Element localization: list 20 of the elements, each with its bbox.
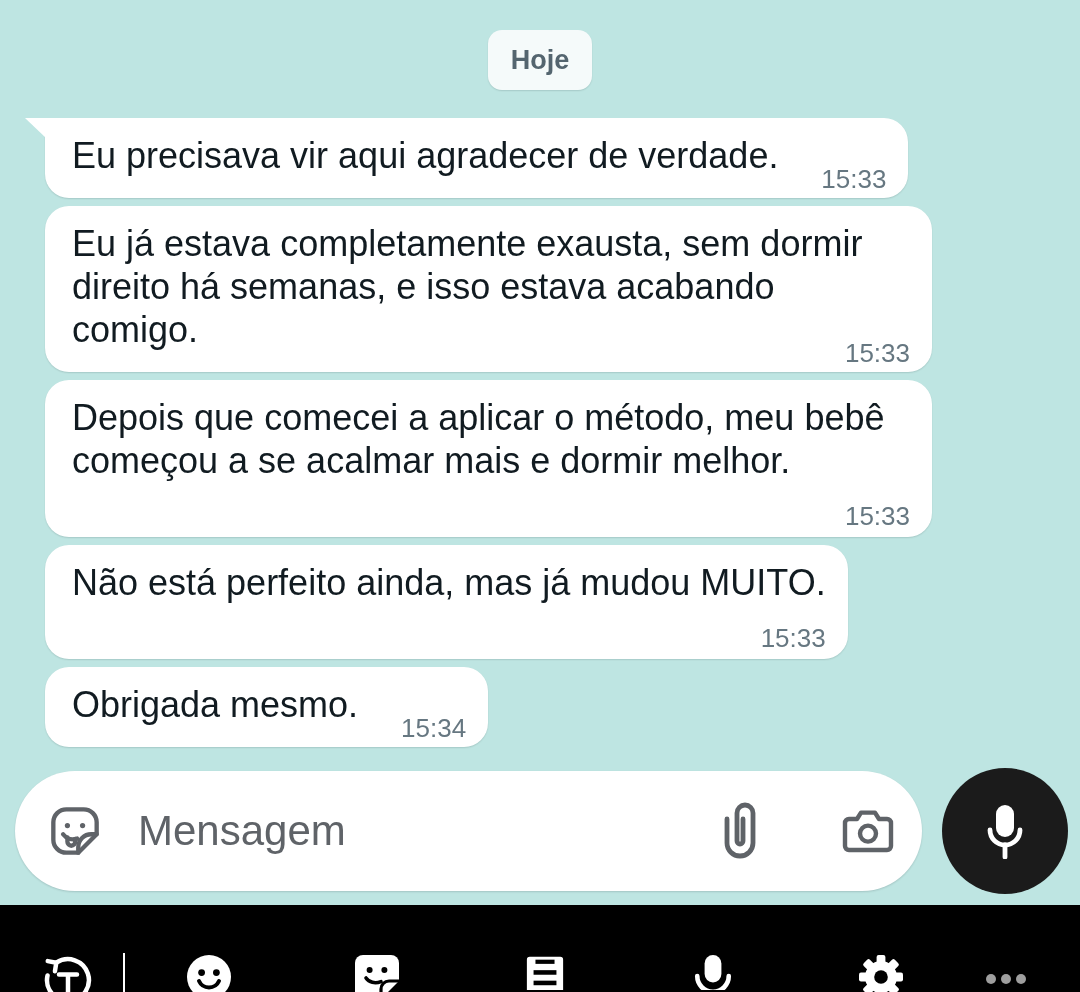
settings-icon[interactable] bbox=[857, 953, 905, 992]
sticker-icon[interactable] bbox=[353, 953, 401, 992]
message-field[interactable]: Mensagem bbox=[15, 771, 922, 891]
message-time: 15:33 bbox=[821, 167, 887, 191]
message-text: Eu precisava vir aqui agradecer de verdade. bbox=[72, 135, 779, 176]
message-input[interactable]: Mensagem bbox=[138, 801, 698, 861]
message-text: Depois que comecei a aplicar o método, meu bebê começou a se acalmar mais e dormir melhor. bbox=[72, 397, 885, 481]
smiley-icon[interactable] bbox=[185, 953, 233, 992]
message-time: 15:33 bbox=[760, 626, 826, 650]
camera-icon[interactable] bbox=[842, 809, 894, 853]
mic-icon bbox=[987, 803, 1023, 859]
date-chip: Hoje bbox=[487, 30, 593, 90]
message-time: 15:33 bbox=[844, 504, 910, 528]
mic-icon[interactable] bbox=[692, 953, 734, 990]
paperclip-icon[interactable] bbox=[722, 801, 758, 861]
message-time: 15:34 bbox=[401, 716, 467, 740]
message-text: Não está perfeito ainda, mas já mudou MUITO. bbox=[72, 562, 826, 603]
message-text: Obrigada mesmo. bbox=[72, 684, 359, 725]
more-icon[interactable] bbox=[986, 974, 1026, 984]
sticker-icon[interactable] bbox=[49, 805, 101, 857]
